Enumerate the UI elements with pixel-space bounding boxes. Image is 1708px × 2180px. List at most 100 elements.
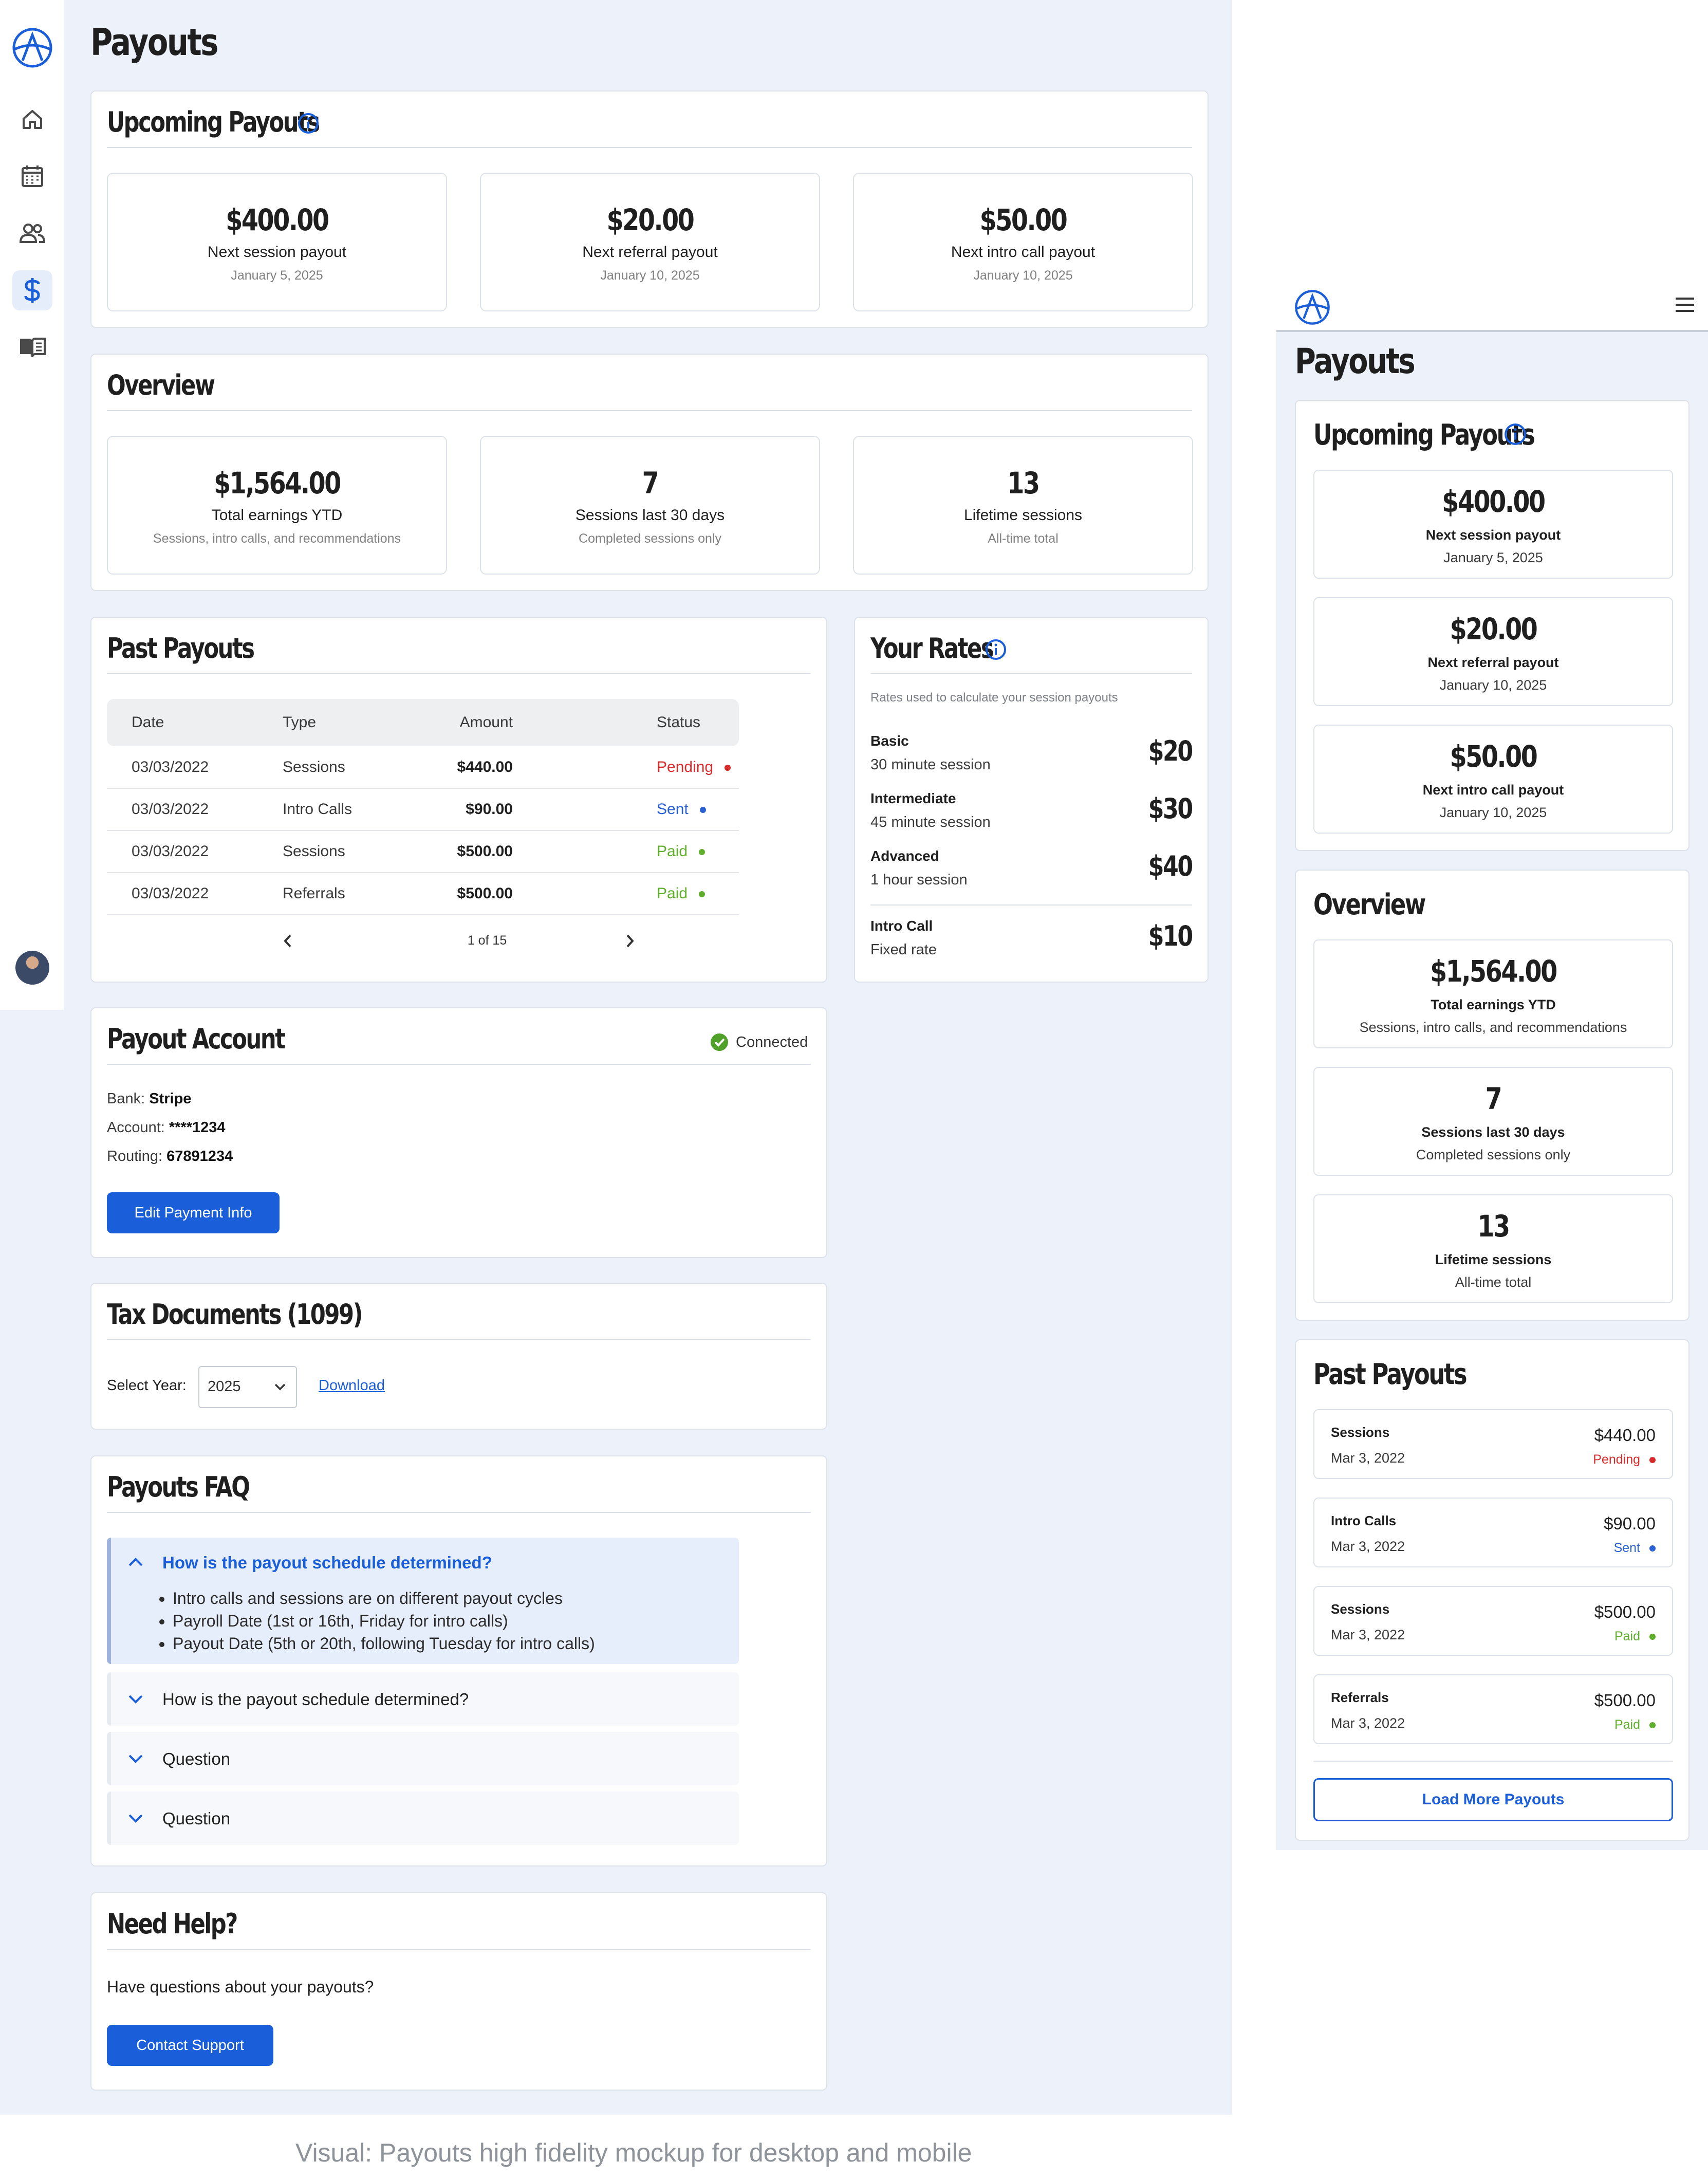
desktop-view: Payouts Upcoming Payouts $400.00 Next se…: [0, 0, 1232, 2115]
nav-payouts[interactable]: [12, 270, 52, 310]
book-icon: [20, 338, 46, 358]
cell-type: Sessions: [283, 830, 411, 873]
rate-name: Intermediate: [870, 790, 956, 806]
nav-resources[interactable]: [12, 327, 52, 367]
chevron-down-icon: [128, 1754, 143, 1763]
nav-clients[interactable]: [12, 213, 52, 253]
table-row[interactable]: 03/03/2022 Sessions $440.00 Pending: [107, 746, 739, 789]
divider: [870, 673, 1192, 674]
faq-answer-item: Intro calls and sessions are on differen…: [173, 1587, 595, 1610]
table-row[interactable]: 03/03/2022 Sessions $500.00 Paid: [107, 830, 739, 873]
nav-home[interactable]: [12, 99, 52, 139]
stat-value: 13: [1007, 466, 1040, 501]
faq-item[interactable]: How is the payout schedule determined?: [107, 1672, 739, 1726]
hamburger-menu-icon[interactable]: [1674, 296, 1696, 313]
app-logo-icon[interactable]: [1294, 289, 1331, 326]
cell-status: Pending: [513, 746, 739, 789]
stat-card: $1,564.00 Total earnings YTD Sessions, i…: [1313, 939, 1673, 1048]
payout-date: Mar 3, 2022: [1331, 1715, 1405, 1731]
dollar-icon: [24, 278, 40, 303]
check-circle-icon: [711, 1033, 728, 1051]
cell-type: Intro Calls: [283, 788, 411, 831]
rate-desc: 45 minute session: [870, 814, 991, 830]
payout-amount: $440.00: [1594, 1426, 1656, 1445]
faq-item[interactable]: Question: [107, 1732, 739, 1785]
faq-item[interactable]: Question: [107, 1791, 739, 1845]
stat-value: $400.00: [226, 202, 329, 237]
rate-price: $10: [1148, 920, 1194, 952]
stat-sub: January 10, 2025: [1439, 677, 1547, 693]
payout-type: Referrals: [1331, 1690, 1389, 1705]
mobile-header: [1276, 276, 1708, 332]
info-icon[interactable]: [297, 112, 320, 135]
faq-question: How is the payout schedule determined?: [162, 1690, 469, 1709]
faq-card: Payouts FAQ How is the payout schedule d…: [90, 1455, 827, 1867]
payout-type: Sessions: [1331, 1425, 1390, 1440]
status-dot: [1649, 1457, 1656, 1464]
status-dot: [1649, 1545, 1656, 1552]
list-item[interactable]: Sessions Mar 3, 2022 $500.00 Paid: [1313, 1586, 1673, 1656]
chevron-right-icon[interactable]: [623, 933, 636, 949]
page-title: Payouts: [1295, 341, 1416, 382]
payout-account-card: Payout Account Connected Bank: Stripe Ac…: [90, 1007, 827, 1258]
rate-name: Basic: [870, 733, 909, 749]
past-payouts-card: Past Payouts Date Type Amount Status 03/…: [90, 617, 827, 983]
info-icon[interactable]: [985, 638, 1007, 661]
cell-amount: $500.00: [411, 873, 513, 915]
list-item[interactable]: Intro Calls Mar 3, 2022 $90.00 Sent: [1313, 1498, 1673, 1567]
status-badge: Paid: [657, 843, 688, 860]
status-badge: Paid: [1614, 1629, 1656, 1644]
help-text: Have questions about your payouts?: [107, 1978, 374, 1996]
status-text: Pending: [1593, 1452, 1640, 1467]
table-row[interactable]: 03/03/2022 Intro Calls $90.00 Sent: [107, 788, 739, 831]
page-title: Payouts: [90, 21, 218, 64]
divider: [107, 1064, 811, 1065]
rate-desc: 30 minute session: [870, 756, 991, 773]
connection-status: Connected: [736, 1034, 808, 1050]
status-text: Paid: [1614, 1717, 1640, 1732]
nav-calendar[interactable]: [12, 156, 52, 196]
chevron-left-icon[interactable]: [282, 933, 295, 949]
stat-card: $400.00 Next session payout January 5, 2…: [107, 173, 447, 311]
stat-value: $20.00: [606, 202, 695, 237]
table-row[interactable]: 03/03/2022 Referrals $500.00 Paid: [107, 873, 739, 915]
faq-question: Question: [162, 1809, 231, 1828]
stat-card: $50.00 Next intro call payout January 10…: [853, 173, 1193, 311]
stat-value: $20.00: [1450, 612, 1538, 646]
stat-label: Next referral payout: [1427, 655, 1559, 670]
rate-desc: 1 hour session: [870, 872, 968, 888]
stat-sub: Completed sessions only: [579, 531, 721, 546]
info-icon[interactable]: [1503, 422, 1527, 446]
cell-status: Paid: [513, 830, 739, 873]
contact-support-button[interactable]: Contact Support: [107, 2025, 273, 2066]
stat-sub: January 5, 2025: [1443, 550, 1543, 565]
load-more-button[interactable]: Load More Payouts: [1313, 1778, 1673, 1821]
payout-date: Mar 3, 2022: [1331, 1539, 1405, 1554]
card-title: Upcoming Payouts: [1313, 418, 1535, 452]
table-header-row: Date Type Amount Status: [107, 699, 739, 746]
year-select[interactable]: 2025: [198, 1366, 297, 1408]
stat-sub: Completed sessions only: [1416, 1147, 1571, 1162]
cell-type: Referrals: [283, 873, 411, 915]
faq-item-expanded[interactable]: How is the payout schedule determined? I…: [107, 1538, 739, 1664]
payout-type: Intro Calls: [1331, 1513, 1397, 1528]
upcoming-payouts-card: Upcoming Payouts $400.00 Next session pa…: [90, 90, 1209, 328]
bank-label: Bank:: [107, 1091, 145, 1107]
edit-payment-info-button[interactable]: Edit Payment Info: [107, 1192, 280, 1233]
stat-sub: January 5, 2025: [231, 268, 323, 283]
user-avatar[interactable]: [15, 951, 49, 985]
column-header: Status: [513, 699, 739, 746]
list-item[interactable]: Sessions Mar 3, 2022 $440.00 Pending: [1313, 1409, 1673, 1479]
stat-value: $1,564.00: [214, 466, 341, 501]
cell-status: Paid: [513, 873, 739, 915]
stat-card: 13 Lifetime sessions All-time total: [853, 436, 1193, 575]
download-link[interactable]: Download: [319, 1377, 385, 1394]
help-card: Need Help? Have questions about your pay…: [90, 1892, 827, 2091]
status-text: Sent: [1613, 1541, 1640, 1555]
list-item[interactable]: Referrals Mar 3, 2022 $500.00 Paid: [1313, 1674, 1673, 1744]
app-logo-icon[interactable]: [11, 27, 53, 69]
chevron-down-icon: [128, 1695, 143, 1704]
divider: [107, 410, 1192, 411]
rate-name: Intro Call: [870, 918, 933, 934]
routing-value: 67891234: [166, 1148, 233, 1165]
